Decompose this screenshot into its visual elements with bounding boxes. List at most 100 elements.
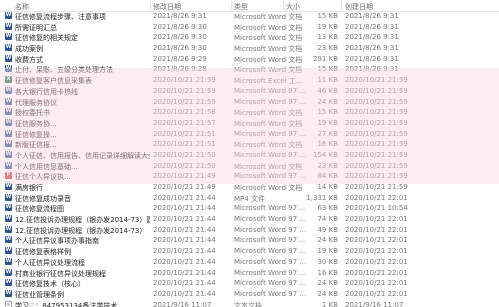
file-modified-date: 2020/10/21 21:44 <box>153 236 216 245</box>
file-modified-date: 2020/10/21 21:49 <box>153 183 216 191</box>
word-file-icon: W <box>5 54 12 62</box>
file-modified-date: 2020/10/21 21:49 <box>153 172 216 181</box>
file-name: 代理服务协议 <box>15 98 57 107</box>
file-row[interactable]: W 征信修复流程步骤、注意事项 2021/8/26 9:31 Microsoft Wo… <box>0 11 499 22</box>
file-name: 个人征信、信用报告、信用记录详细解读大全 <box>15 151 150 160</box>
file-size: 16 KB <box>317 140 338 149</box>
file-name: 成功案例 <box>15 45 43 54</box>
file-row[interactable]: W 个人信用信息基础... 2020/10/21 21:50 Microsoft Wo… <box>0 161 499 172</box>
file-size: 23 KB <box>317 44 338 53</box>
file-created-date: 2021/8/26 9:31 <box>345 54 399 63</box>
file-name: 授权委托书 <box>15 109 50 118</box>
file-created-date: 2020/10/21 21:59 <box>345 183 408 191</box>
file-modified-date: 2020/10/21 21:57 <box>153 118 216 127</box>
file-created-date: 2021/8/26 9:31 <box>345 33 399 42</box>
file-row[interactable]: W 征信修复流程图 2020/10/21 21:44 Microsoft Word 9… <box>0 203 499 214</box>
word-file-icon: W <box>5 140 12 148</box>
file-row[interactable]: W 个人征信、信用报告、信用记录详细解读大全 2020/10/21 21:50 Mic… <box>0 150 499 161</box>
file-row[interactable]: ≡ 学习♡：847953134备注学技术 2021/9/16 11:07 文本文档 1 … <box>0 300 499 307</box>
file-row[interactable]: W 12.征信投诉办理规程（银办发2014-73） 2020/10/21 21:44… <box>0 225 499 236</box>
file-row[interactable]: W 征信修复操... 2020/10/21 21:51 Microsoft Word … <box>0 129 499 140</box>
file-row[interactable]: W 成功案例 2021/8/26 9:30 Microsoft Word 文档 23 K… <box>0 43 499 54</box>
word-file-icon: W <box>5 97 12 105</box>
file-size: 27 KB <box>317 129 338 138</box>
file-name: 征信修复的相关规定 <box>15 34 78 43</box>
file-modified-date: 2020/10/21 21:44 <box>153 225 216 234</box>
file-modified-date: 2020/10/21 21:44 <box>153 289 216 298</box>
file-row[interactable]: W 各大银行信用卡热线 2020/10/21 21:59 Microsoft Word… <box>0 86 499 97</box>
file-name: 个人征信异议处理流程 <box>15 258 85 267</box>
file-row[interactable]: P 征信个人异议执... 2020/10/21 21:49 Microsoft Wor… <box>0 171 499 182</box>
file-row[interactable]: W 征信修复的相关规定 2021/8/26 9:30 Microsoft Word 文… <box>0 32 499 43</box>
file-row[interactable]: W 满房银行 2020/10/21 21:49 Microsoft Word 文档 14… <box>0 182 499 193</box>
file-name: 征信修复技术（核心） <box>15 280 85 289</box>
file-row[interactable]: W 个人征信异议处理流程 2020/10/21 21:44 Microsoft Wor… <box>0 257 499 268</box>
file-name: 征信修复流程图 <box>15 205 64 214</box>
column-divider[interactable] <box>283 1 284 10</box>
file-size: 1,331 KB <box>306 193 338 202</box>
file-name: 征信服务协... <box>15 119 57 128</box>
file-row[interactable]: W 止付、呆账、五级分类处理方法 2021/8/26 9:28 Microsoft W… <box>0 64 499 75</box>
file-size: 15 KB <box>317 108 338 117</box>
file-modified-date: 2020/10/21 21:59 <box>153 76 216 85</box>
file-row[interactable]: W 新版征信报... 2020/10/21 21:51 Microsoft Word … <box>0 139 499 150</box>
file-row[interactable]: W 个人征信异议事项办事指南 2020/10/21 21:44 Microsoft W… <box>0 235 499 246</box>
file-row[interactable]: W 代理服务协议 2020/10/21 21:59 Microsoft Word 97… <box>0 97 499 108</box>
file-type: MP4 文件 <box>234 194 265 203</box>
file-row[interactable]: W 征信服务协... 2020/10/21 21:57 Microsoft Word … <box>0 118 499 129</box>
file-created-date: 2021/8/26 9:31 <box>345 44 399 53</box>
file-name: 征信修复成功录音 <box>15 194 71 203</box>
file-created-date: 2020/10/21 21:59 <box>345 172 408 181</box>
file-name: 征信业管理条例 <box>15 290 64 299</box>
file-row[interactable]: W 收费方式 2021/8/26 9:29 Microsoft Word 文档 291 … <box>0 54 499 65</box>
file-name: 12.征信投诉办理规程（银办发2014-73）副本 <box>15 216 150 225</box>
file-name: 征信修复客户信息采集表 <box>15 77 92 86</box>
file-name: 征信修复表格样例 <box>15 248 71 257</box>
word-file-icon: W <box>5 129 12 137</box>
file-created-date: 2020/10/21 22:01 <box>345 247 408 256</box>
column-divider[interactable] <box>341 1 342 10</box>
file-created-date: 2020/10/21 21:59 <box>345 118 408 127</box>
file-modified-date: 2020/10/21 21:44 <box>153 268 216 277</box>
file-row[interactable]: W 授权委托书 2020/10/21 21:58 Microsoft Word 文档 1… <box>0 107 499 118</box>
file-created-date: 2020/10/21 22:01 <box>345 279 408 288</box>
file-row[interactable]: W 村商业银行征信异议处理规程 2020/10/21 21:44 Microsoft … <box>0 268 499 279</box>
file-modified-date: 2020/10/21 21:44 <box>153 193 216 202</box>
file-row[interactable]: W 征信修复成功录音 2020/10/21 21:44 MP4 文件 1,331 KB 2… <box>0 193 499 204</box>
file-modified-date: 2020/10/21 21:44 <box>153 215 216 224</box>
file-size: 24 KB <box>317 279 338 288</box>
file-row[interactable]: W 征信业管理条例 2020/10/21 21:44 Microsoft Word 9… <box>0 289 499 300</box>
file-size: 11 KB <box>317 76 338 85</box>
file-modified-date: 2021/8/26 9:30 <box>153 22 207 31</box>
file-created-date: 2020/10/21 21:59 <box>345 129 408 138</box>
file-explorer-window: 名称 修改日期 类型 大小 创建日期 W 征信修复流程步骤、注意事项 2021/8/… <box>0 0 499 307</box>
file-row[interactable]: X 征信修复客户信息采集表 2020/10/21 21:59 Microsoft Ex… <box>0 75 499 86</box>
file-size: 23 KB <box>317 161 338 170</box>
word-file-icon: W <box>5 12 12 19</box>
file-size: 19 KB <box>317 247 338 256</box>
file-size: 24 KB <box>317 97 338 106</box>
word-file-icon: W <box>5 183 12 190</box>
file-created-date: 2020/10/21 21:59 <box>345 108 408 117</box>
file-name: 征信修复流程步骤、注意事项 <box>15 13 106 21</box>
file-name: 收费方式 <box>15 55 43 64</box>
file-size: 19 KB <box>317 118 338 127</box>
file-size: 24 KB <box>317 289 338 298</box>
file-size: 13 KB <box>317 33 338 42</box>
file-row[interactable]: W 所需证明汇总 2021/8/26 9:30 Microsoft Word 文档 19… <box>0 22 499 33</box>
column-divider[interactable] <box>150 1 151 10</box>
file-row[interactable]: W 征信修复表格样例 2020/10/21 21:44 Microsoft Word … <box>0 246 499 257</box>
file-created-date: 2020/10/21 22:01 <box>345 268 408 277</box>
file-name: 新版征信报... <box>15 141 57 150</box>
word-file-icon: W <box>5 215 12 223</box>
column-divider[interactable] <box>231 1 232 10</box>
file-name: 12.征信投诉办理规程（银办发2014-73） <box>15 226 147 235</box>
file-size: 63 KB <box>317 204 338 213</box>
file-modified-date: 2021/8/26 9:29 <box>153 54 207 63</box>
file-type: 文本文档 <box>234 301 262 307</box>
file-row[interactable]: W 12.征信投诉办理规程（银办发2014-73）副本 2020/10/21 21:… <box>0 214 499 225</box>
file-name: 满房银行 <box>15 184 43 192</box>
word-file-icon: W <box>5 22 12 30</box>
file-row[interactable]: W 征信修复技术（核心） 2020/10/21 21:44 Microsoft Wor… <box>0 278 499 289</box>
file-size: 30 KB <box>317 257 338 266</box>
